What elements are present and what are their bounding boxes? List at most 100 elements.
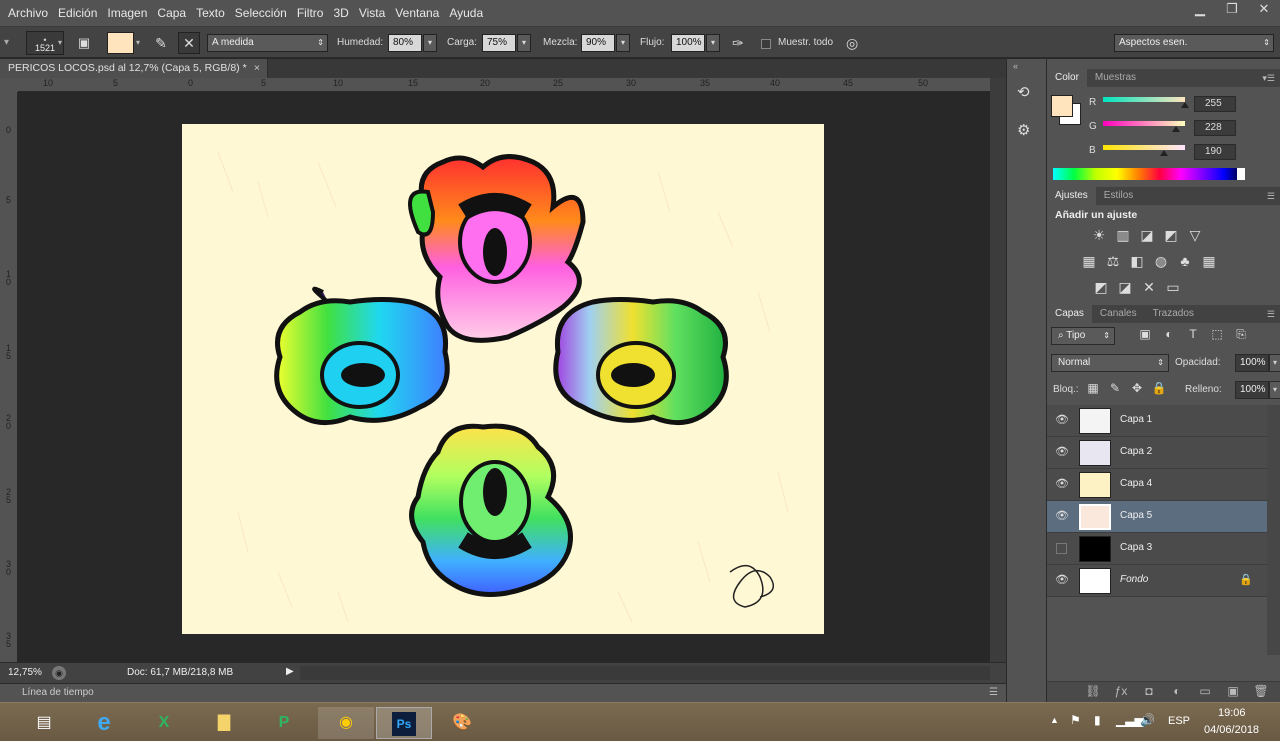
layer-name[interactable]: Capa 2 xyxy=(1120,446,1152,457)
status-menu-arrow-icon[interactable]: ▶ xyxy=(286,666,294,677)
tray-flag-icon[interactable]: ⚑ xyxy=(1070,713,1081,727)
tab-trazados[interactable]: Trazados xyxy=(1145,305,1202,323)
battery-icon[interactable]: ▮ xyxy=(1094,713,1101,727)
document-canvas[interactable] xyxy=(18,92,990,662)
layer-name[interactable]: Fondo xyxy=(1120,574,1148,585)
workspace-select[interactable]: Aspectos esen. ⇕ xyxy=(1114,34,1274,52)
invert-icon[interactable]: ◩ xyxy=(1093,279,1109,296)
color-balance-icon[interactable]: ⚖ xyxy=(1105,253,1121,270)
mezcla-dropdown-icon[interactable]: ▾ xyxy=(616,34,630,52)
photo-filter-icon[interactable]: ◍ xyxy=(1153,253,1169,270)
new-group-icon[interactable]: ▭ xyxy=(1197,684,1213,698)
hue-saturation-icon[interactable]: ▦ xyxy=(1081,253,1097,270)
pressure-icon[interactable]: ◎ xyxy=(846,33,858,53)
language-indicator[interactable]: ESP xyxy=(1168,715,1190,727)
tray-expand-icon[interactable]: ▲ xyxy=(1050,715,1059,725)
menu-capa[interactable]: Capa xyxy=(155,6,194,20)
filter-smart-icon[interactable]: ⎘ xyxy=(1233,327,1249,342)
filter-type-icon[interactable]: T xyxy=(1185,327,1201,342)
flujo-dropdown-icon[interactable]: ▾ xyxy=(706,34,720,52)
document-tab[interactable]: PERICOS LOCOS.psd al 12,7% (Capa 5, RGB/… xyxy=(0,59,268,78)
menu-archivo[interactable]: Archivo xyxy=(6,6,56,20)
canvas-area[interactable] xyxy=(18,92,990,662)
paint-icon[interactable]: 🎨 xyxy=(440,707,484,739)
layer-row[interactable]: 👁 Capa 5 xyxy=(1047,501,1267,533)
vertical-scrollbar[interactable] xyxy=(990,78,1006,662)
layer-visibility-empty-box[interactable] xyxy=(1056,543,1067,554)
layer-name[interactable]: Capa 5 xyxy=(1120,510,1152,521)
fill-dropdown-icon[interactable]: ▾ xyxy=(1269,381,1280,399)
properties-panel-icon[interactable]: ⚙ xyxy=(1017,121,1030,139)
levels-icon[interactable]: ▥ xyxy=(1115,227,1131,244)
clean-brush-icon[interactable]: ✕ xyxy=(178,32,200,54)
layer-visibility-eye-icon[interactable]: 👁 xyxy=(1055,414,1069,426)
layer-mask-icon[interactable]: ◘ xyxy=(1141,684,1157,698)
new-layer-icon[interactable]: ▣ xyxy=(1225,684,1241,698)
layer-name[interactable]: Capa 1 xyxy=(1120,414,1152,425)
tab-canales[interactable]: Canales xyxy=(1092,305,1145,323)
layers-panel-menu-icon[interactable]: ☰ xyxy=(1267,305,1275,323)
brightness-icon[interactable]: ☀ xyxy=(1091,227,1107,244)
lock-pixels-icon[interactable]: ✎ xyxy=(1107,381,1123,395)
expand-panels-icon[interactable]: « xyxy=(1013,61,1018,71)
filter-adjust-icon[interactable]: ◐ xyxy=(1161,327,1177,342)
carga-dropdown-icon[interactable]: ▾ xyxy=(517,34,531,52)
tab-capas[interactable]: Capas xyxy=(1047,305,1092,323)
black-white-icon[interactable]: ◧ xyxy=(1129,253,1145,270)
layers-scrollbar[interactable] xyxy=(1267,405,1280,655)
current-brush-load-swatch[interactable] xyxy=(107,32,134,54)
tool-preset-chevron-icon[interactable]: ▾ xyxy=(4,33,9,53)
layer-row[interactable]: 👁 Capa 2 xyxy=(1047,437,1267,469)
layer-visibility-eye-icon[interactable]: 👁 xyxy=(1055,574,1069,586)
b-slider[interactable] xyxy=(1103,145,1185,150)
new-adjustment-icon[interactable]: ◐ xyxy=(1169,684,1185,698)
volume-icon[interactable]: 🔊 xyxy=(1140,713,1155,727)
layer-row[interactable]: 👁 Fondo 🔒 xyxy=(1047,565,1267,597)
excel-icon[interactable]: X xyxy=(142,707,186,739)
posterize-icon[interactable]: ◪ xyxy=(1117,279,1133,296)
layer-row[interactable]: 👁 Capa 4 xyxy=(1047,469,1267,501)
menu-edicin[interactable]: Edición xyxy=(56,6,105,20)
humedad-input[interactable]: 80% xyxy=(388,34,422,52)
tab-estilos[interactable]: Estilos xyxy=(1096,187,1141,205)
history-panel-icon[interactable]: ⟲ xyxy=(1017,83,1030,101)
menu-texto[interactable]: Texto xyxy=(194,6,233,20)
layer-thumbnail[interactable] xyxy=(1079,536,1111,562)
layer-thumbnail[interactable] xyxy=(1079,408,1111,434)
status-info-icon[interactable]: ◉ xyxy=(52,666,66,680)
layer-thumbnail[interactable] xyxy=(1079,440,1111,466)
spectrum-white-swatch[interactable] xyxy=(1237,168,1245,180)
layer-thumbnail[interactable] xyxy=(1079,504,1111,530)
r-slider[interactable] xyxy=(1103,97,1185,102)
gradient-map-icon[interactable]: ▭ xyxy=(1165,279,1181,296)
menu-vista[interactable]: Vista xyxy=(357,6,393,20)
humedad-dropdown-icon[interactable]: ▾ xyxy=(423,34,437,52)
g-slider-thumb[interactable] xyxy=(1172,126,1180,132)
mix-preset-select[interactable]: A medida ⇕ xyxy=(207,34,328,52)
link-layers-icon[interactable]: ⛓ xyxy=(1085,684,1101,698)
layer-style-icon[interactable]: ƒx xyxy=(1113,684,1129,698)
color-panel-menu-icon[interactable]: ▾☰ xyxy=(1262,69,1275,87)
sample-all-checkbox[interactable] xyxy=(761,39,771,49)
layer-thumbnail[interactable] xyxy=(1079,472,1111,498)
r-value[interactable]: 255 xyxy=(1194,96,1236,112)
adjust-panel-menu-icon[interactable]: ☰ xyxy=(1267,187,1275,205)
layer-row[interactable]: Capa 3 xyxy=(1047,533,1267,565)
photoshop-taskbar-button[interactable]: Ps xyxy=(376,707,432,739)
clock-time[interactable]: 19:06 xyxy=(1218,707,1246,719)
layer-row[interactable]: 👁 Capa 1 xyxy=(1047,405,1267,437)
menu-ventana[interactable]: Ventana xyxy=(393,6,447,20)
horizontal-scrollbar[interactable] xyxy=(300,666,990,680)
close-window-button[interactable]: ✕ xyxy=(1248,0,1280,20)
vibrance-icon[interactable]: ▽ xyxy=(1187,227,1203,244)
flujo-input[interactable]: 100% xyxy=(671,34,705,52)
menu-3d[interactable]: 3D xyxy=(331,6,356,20)
foreground-color-swatch[interactable] xyxy=(1051,95,1073,117)
b-slider-thumb[interactable] xyxy=(1160,150,1168,156)
tab-color[interactable]: Color xyxy=(1047,69,1087,87)
timeline-panel-tab[interactable]: Línea de tiempo ☰ xyxy=(0,683,1006,702)
layer-name[interactable]: Capa 3 xyxy=(1120,542,1152,553)
menu-filtro[interactable]: Filtro xyxy=(295,6,332,20)
filter-shape-icon[interactable]: ⬚ xyxy=(1209,327,1225,342)
brush-preset-dropdown-icon[interactable]: ▾ xyxy=(58,33,62,53)
